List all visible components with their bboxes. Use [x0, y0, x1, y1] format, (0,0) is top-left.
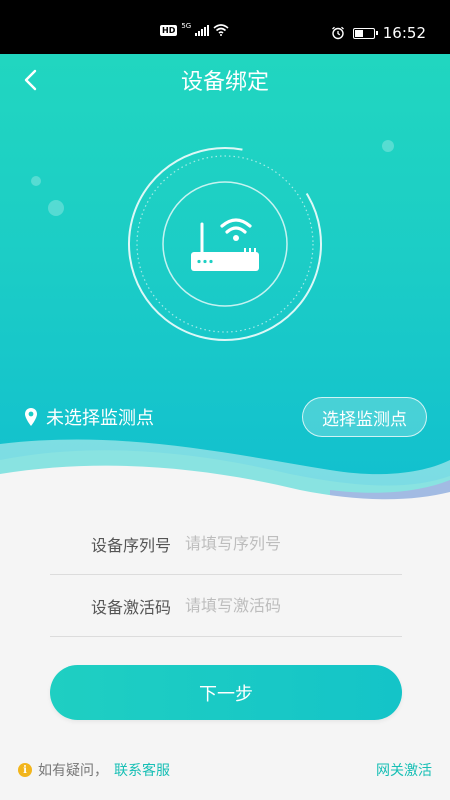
decor-dot: [382, 140, 394, 152]
contact-support-link[interactable]: 联系客服: [114, 760, 170, 780]
location-text: 未选择监测点: [46, 408, 154, 429]
location-status: 未选择监测点: [24, 404, 154, 430]
status-bar-right: 16:52: [331, 24, 426, 42]
router-wifi-icon: [128, 147, 322, 341]
help-question-text: 如有疑问，: [38, 763, 108, 779]
serial-number-input[interactable]: [185, 523, 402, 564]
help-footer: i 如有疑问， 联系客服: [18, 760, 170, 780]
status-bar: HD 5G 16:52: [0, 0, 450, 54]
activation-code-label: 设备激活码: [90, 597, 171, 617]
gateway-activation-link[interactable]: 网关激活: [376, 760, 432, 780]
decor-dot: [48, 200, 64, 216]
title-bar: 设备绑定: [0, 54, 450, 106]
serial-number-row: 设备序列号: [50, 513, 402, 575]
status-bar-left: HD 5G: [160, 22, 229, 36]
activation-code-row: 设备激活码: [50, 575, 402, 637]
wave-divider: [0, 439, 450, 510]
battery-icon: [352, 27, 378, 39]
serial-number-label: 设备序列号: [90, 535, 171, 555]
location-pin-icon: [25, 408, 37, 426]
status-time: 16:52: [382, 24, 426, 42]
signal-icon: [195, 24, 210, 36]
page-title: 设备绑定: [180, 70, 269, 95]
wifi-icon: [213, 24, 229, 36]
info-icon: i: [18, 763, 32, 777]
decor-dot: [31, 176, 41, 186]
alarm-icon: [331, 26, 344, 40]
hd-icon: HD: [160, 24, 178, 36]
device-illustration: [125, 144, 325, 344]
next-step-button[interactable]: 下一步: [50, 665, 402, 720]
network-type-label: 5G: [181, 22, 192, 30]
activation-code-input[interactable]: [185, 585, 402, 626]
